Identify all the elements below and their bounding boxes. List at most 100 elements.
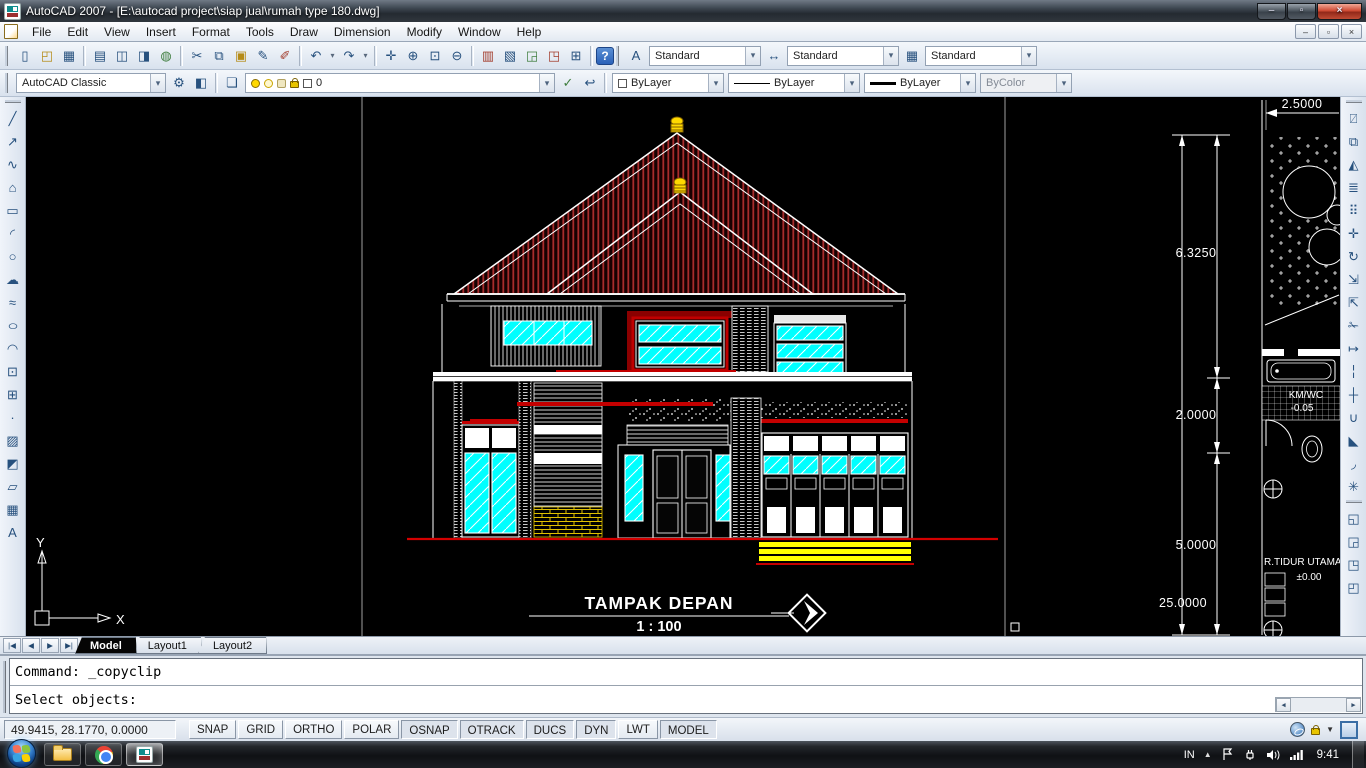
menu-file[interactable]: File [24, 23, 59, 41]
menu-view[interactable]: View [96, 23, 138, 41]
action-center-flag-icon[interactable] [1221, 748, 1234, 761]
match-properties-icon[interactable]: ✎ [252, 45, 274, 67]
table-style-combo[interactable]: Standard ▾ [925, 45, 1037, 66]
move-icon[interactable]: ✛ [1343, 222, 1365, 245]
chevron-down-icon[interactable]: ▾ [708, 74, 723, 92]
command-scrollbar[interactable]: ◀ ▶ [1275, 697, 1361, 712]
site-plan[interactable]: KM/WC -0.05 R.TIDUR UTAMA ±0.00 [1261, 100, 1348, 640]
toggle-ducs[interactable]: DUCS [525, 720, 575, 739]
chevron-down-icon[interactable]: ▾ [960, 74, 975, 92]
textured-pier[interactable] [453, 380, 463, 539]
toggle-dyn[interactable]: DYN [576, 720, 617, 739]
lineweight-combo[interactable]: ByLayer ▾ [864, 73, 976, 93]
menu-edit[interactable]: Edit [59, 23, 96, 41]
toggle-ortho[interactable]: ORTHO [285, 720, 343, 739]
arc-icon[interactable]: ◜ [2, 222, 24, 245]
hidden-icons-button[interactable]: ▲ [1204, 750, 1212, 759]
door-transom-louver[interactable] [626, 424, 729, 446]
elevation-drawing[interactable]: TAMPAK DEPAN 1 : 100 6.3250 2.0000 5.000… [26, 97, 1348, 640]
dim-top[interactable]: 2.5000 [1282, 97, 1323, 111]
column-symbol[interactable] [1263, 620, 1283, 640]
menu-dimension[interactable]: Dimension [326, 23, 399, 41]
construction-line-icon[interactable]: ↗ [2, 130, 24, 153]
plot-icon[interactable]: ▤ [89, 45, 111, 67]
revision-cloud-icon[interactable]: ☁ [2, 268, 24, 291]
layer-previous-icon[interactable]: ↩ [579, 72, 601, 94]
folding-doors[interactable] [761, 432, 909, 538]
ground-floor[interactable] [407, 380, 998, 565]
toggle-lwt[interactable]: LWT [618, 720, 658, 739]
rotate-icon[interactable]: ↻ [1343, 245, 1365, 268]
undo-dropdown-icon[interactable]: ▾ [327, 45, 338, 67]
menu-draw[interactable]: Draw [282, 23, 326, 41]
toolbar-grip[interactable] [4, 100, 21, 104]
tab-first-button[interactable]: |◀ [3, 638, 21, 653]
tab-last-button[interactable]: ▶| [60, 638, 78, 653]
markup-set-manager-icon[interactable]: ▧ [499, 45, 521, 67]
red-accent-line[interactable] [470, 419, 517, 423]
block-editor-icon[interactable]: ✐ [274, 45, 296, 67]
menu-format[interactable]: Format [184, 23, 238, 41]
hatch-icon[interactable]: ▨ [2, 429, 24, 452]
pan-icon[interactable]: ✛ [380, 45, 402, 67]
toggle-polar[interactable]: POLAR [344, 720, 400, 739]
toggle-otrack[interactable]: OTRACK [459, 720, 524, 739]
toilet-symbol[interactable] [1301, 435, 1323, 463]
menu-modify[interactable]: Modify [399, 23, 450, 41]
roof-finial-inner[interactable] [673, 177, 687, 194]
mirror-icon[interactable]: ◭ [1343, 153, 1365, 176]
close-button[interactable]: × [1317, 2, 1362, 20]
command-window-grip[interactable] [3, 661, 7, 713]
stair-step[interactable] [1264, 587, 1286, 602]
upper-left-window[interactable] [503, 320, 593, 346]
erase-icon[interactable]: ⍁ [1343, 107, 1365, 130]
workspace-settings-icon[interactable]: ⚙ [168, 72, 190, 94]
eaves-line[interactable] [446, 293, 906, 307]
speaker-icon[interactable] [1266, 749, 1281, 761]
taskbar-explorer-button[interactable] [44, 743, 81, 766]
gradient-icon[interactable]: ◩ [2, 452, 24, 475]
toolbar-grip[interactable] [5, 73, 10, 93]
north-arrow[interactable] [771, 593, 827, 633]
dim-style-combo[interactable]: Standard ▾ [787, 45, 899, 66]
stretch-icon[interactable]: ⇱ [1343, 291, 1365, 314]
red-accent-line[interactable] [517, 402, 713, 406]
door-sidelight[interactable] [715, 454, 731, 522]
scroll-track[interactable] [1291, 698, 1346, 712]
cut-icon[interactable]: ✂ [186, 45, 208, 67]
taskbar-autocad-button[interactable] [126, 743, 163, 766]
louver-wall[interactable] [533, 382, 603, 508]
stone-column[interactable] [730, 397, 762, 539]
join-icon[interactable]: ∪ [1343, 406, 1365, 429]
tab-previous-button[interactable]: ◀ [22, 638, 40, 653]
linetype-combo[interactable]: ByLayer ▾ [728, 73, 860, 93]
entry-door[interactable] [617, 444, 731, 539]
child-restore-button[interactable]: ▫ [1318, 24, 1339, 39]
bring-above-icon[interactable]: ◳ [1343, 553, 1365, 576]
save-icon[interactable]: ▦ [58, 45, 80, 67]
view-title-text[interactable]: TAMPAK DEPAN [584, 593, 733, 613]
layer-combo[interactable]: 0 ▾ [245, 73, 555, 93]
table-icon[interactable]: ▦ [2, 498, 24, 521]
toolbar-grip[interactable] [616, 45, 621, 66]
bring-to-front-icon[interactable]: ◱ [1343, 507, 1365, 530]
toolbar-grip[interactable] [5, 45, 10, 66]
bath-room-label[interactable]: KM/WC [1289, 390, 1323, 401]
fillet-icon[interactable]: ◞ [1343, 452, 1365, 475]
spline-icon[interactable]: ≈ [2, 291, 24, 314]
chevron-down-icon[interactable]: ▾ [883, 46, 898, 65]
upper-center-window-pane[interactable] [638, 346, 722, 365]
zoom-realtime-icon[interactable]: ⊕ [402, 45, 424, 67]
clock[interactable]: 9:41 [1317, 749, 1339, 761]
tab-layout1[interactable]: Layout1 [133, 637, 202, 654]
communication-center-icon[interactable] [1290, 722, 1306, 737]
tree-symbol[interactable] [1282, 165, 1336, 219]
door-sidelight[interactable] [624, 454, 644, 522]
publish-icon[interactable]: ◨ [133, 45, 155, 67]
make-block-icon[interactable]: ⊞ [2, 383, 24, 406]
grip-point[interactable] [1010, 622, 1020, 632]
region-icon[interactable]: ▱ [2, 475, 24, 498]
start-button[interactable] [7, 738, 36, 768]
tree-symbol[interactable] [1308, 228, 1346, 266]
chevron-down-icon[interactable]: ▾ [844, 74, 859, 92]
